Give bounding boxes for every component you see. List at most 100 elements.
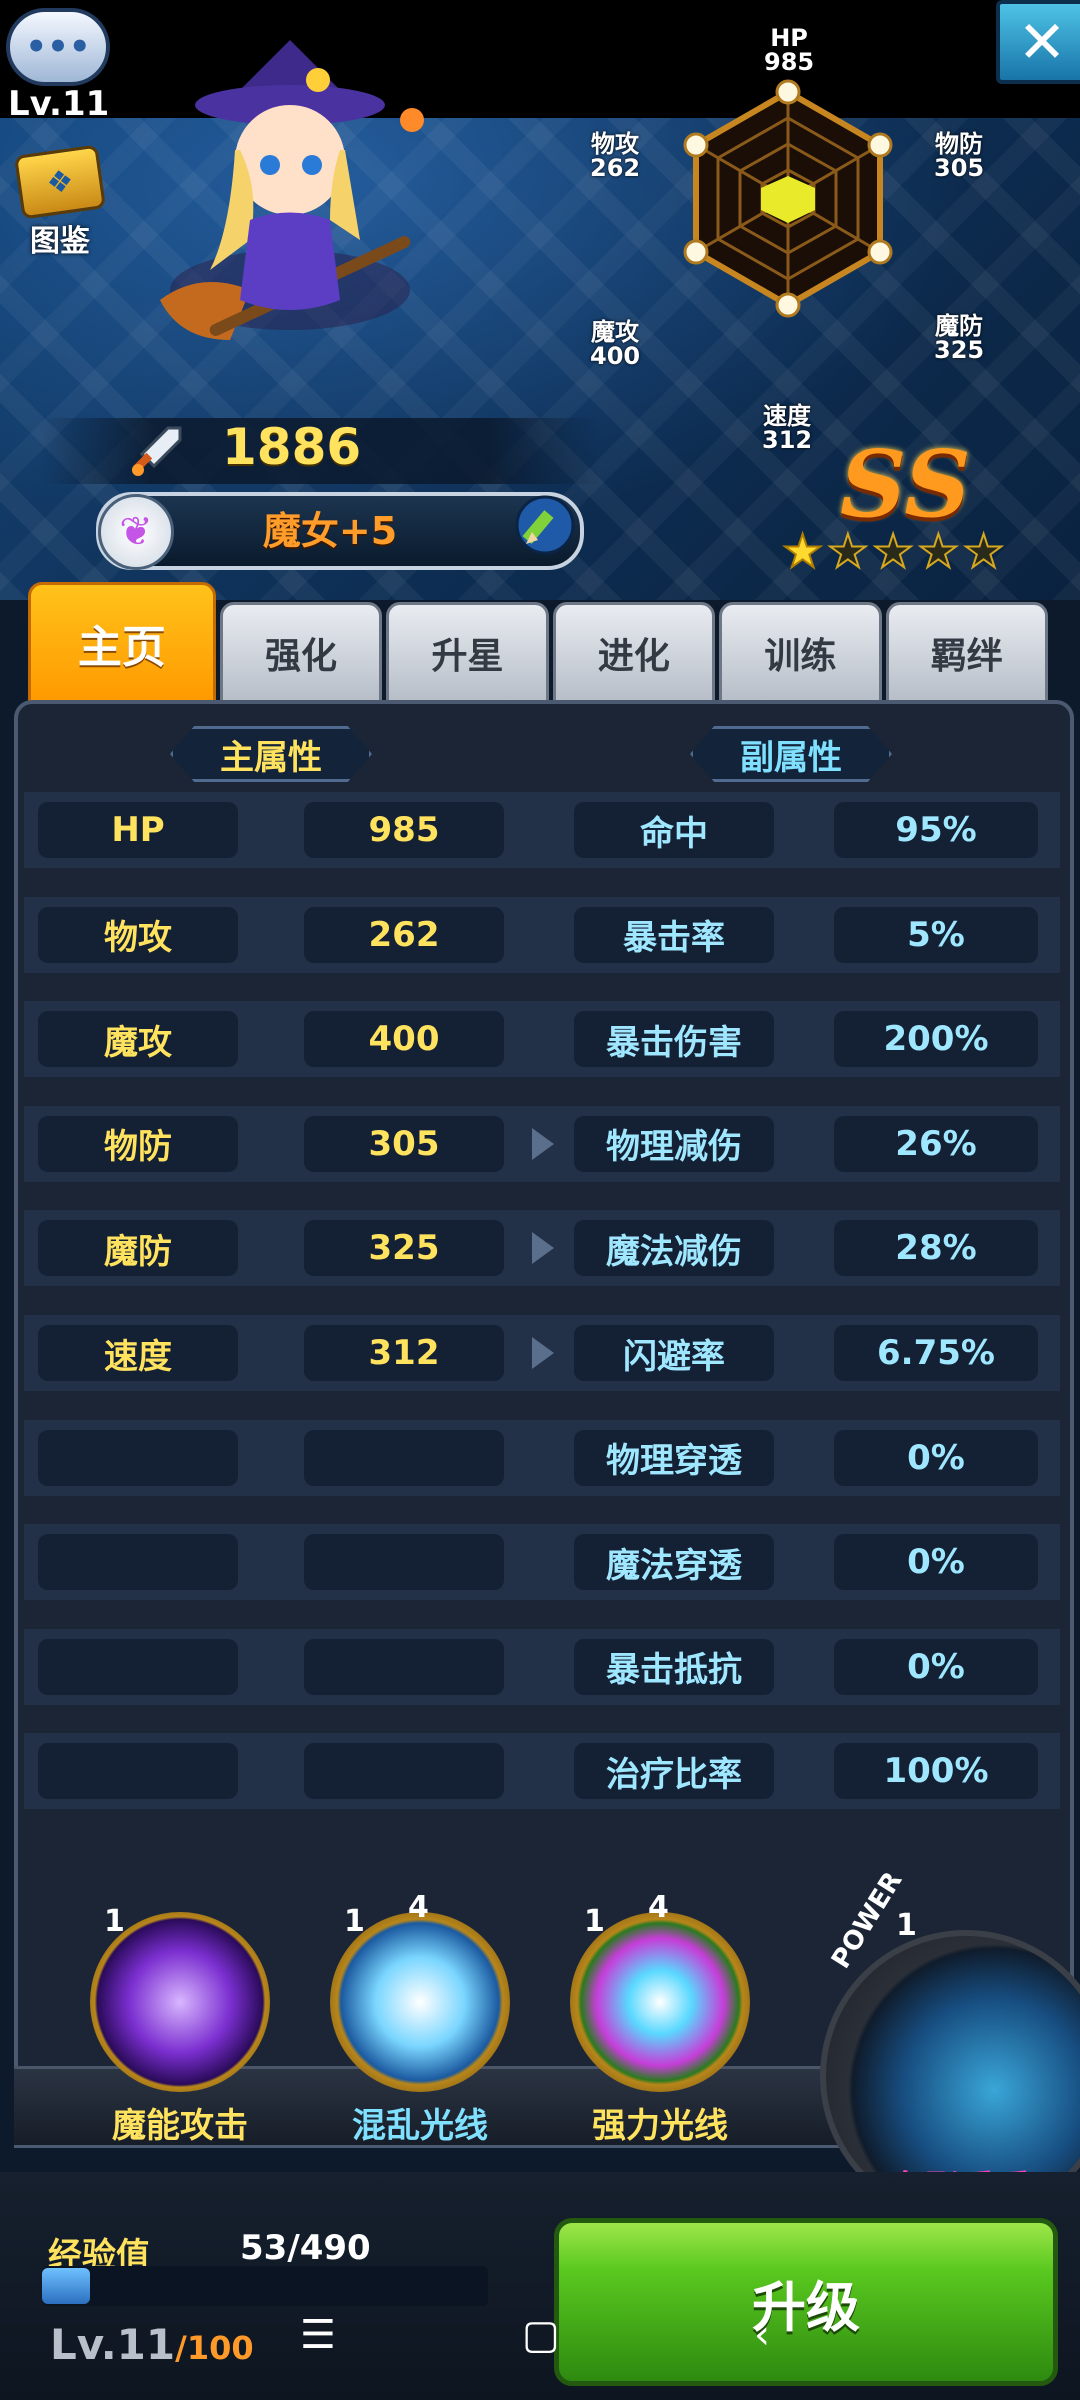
hero-level-max: /100 xyxy=(175,2329,254,2367)
radar-node-mattack xyxy=(683,239,709,265)
main-attributes-title: 主属性 xyxy=(170,726,372,782)
sub-stat-value: 200% xyxy=(834,1011,1038,1068)
home-icon[interactable]: ▢ xyxy=(522,2312,560,2358)
star-icon-empty: ★ xyxy=(826,523,869,579)
tab-home[interactable]: 主页 xyxy=(28,582,216,704)
radar-mattack-value: 400 xyxy=(590,342,641,370)
codex-button[interactable]: ❖ 图鉴 xyxy=(12,144,108,259)
stat-row: 魔防 325 魔法减伤 28% xyxy=(24,1210,1060,1287)
expand-arrow-icon[interactable] xyxy=(532,1337,554,1369)
main-stat-value: 400 xyxy=(304,1011,504,1068)
skill-name-text: 混乱光线 xyxy=(352,2106,488,2146)
radar-mdef: 魔防 325 xyxy=(934,314,984,362)
sub-stat-value: 5% xyxy=(834,906,1038,963)
combat-power: 1886 xyxy=(222,418,362,476)
skill-level-badge: 1 xyxy=(584,1904,605,1939)
tab-star-up[interactable]: 升星 xyxy=(386,602,549,704)
radar-pattack: 物攻 262 xyxy=(590,132,640,180)
stat-row: HP 985 命中 95% xyxy=(24,792,1060,868)
main-stat-name xyxy=(38,1743,238,1800)
star-rating: ★ ★ ★ ★ ★ xyxy=(781,523,1005,579)
radar-node-speed-real xyxy=(775,292,801,318)
skill-name-text: 强力光线 xyxy=(592,2106,728,2146)
main-stat-name xyxy=(38,1534,238,1591)
sub-stat-name: 暴击伤害 xyxy=(574,1011,774,1068)
radar-speed-label: 速度 xyxy=(763,402,812,430)
sub-stat-name: 闪避率 xyxy=(574,1325,774,1381)
stat-row: 治疗比率 100% xyxy=(24,1733,1060,1810)
sub-stat-name: 魔法减伤 xyxy=(574,1220,774,1277)
main-stat-value: 305 xyxy=(304,1115,504,1172)
main-stat-value xyxy=(304,1743,504,1800)
radar-node-pdef xyxy=(867,132,893,158)
main-stat-name xyxy=(38,1638,238,1695)
skill-icon-power-ray[interactable] xyxy=(570,1912,750,2092)
sub-stat-value: 26% xyxy=(834,1115,1038,1172)
butterfly-icon: ❦ xyxy=(98,494,174,570)
star-icon-empty: ★ xyxy=(917,523,960,579)
main-stat-name: 魔攻 xyxy=(38,1011,238,1068)
radar-pdef-value: 305 xyxy=(934,154,985,182)
radar-node-pattack xyxy=(683,132,709,158)
stat-row: 物理穿透 0% xyxy=(24,1419,1060,1496)
skill-icon-chaos-ray[interactable] xyxy=(330,1912,510,2092)
rename-pencil-icon[interactable] xyxy=(514,494,576,556)
main-stat-value: 325 xyxy=(304,1220,504,1277)
sub-stat-name: 暴击率 xyxy=(574,906,774,963)
radar-pdef-label: 物防 xyxy=(935,130,984,158)
stat-row: 速度 312 闪避率 6.75% xyxy=(24,1315,1060,1391)
skill-name-text: 魔能攻击 xyxy=(112,2106,248,2146)
exp-progress-fill xyxy=(42,2268,90,2304)
sub-stat-name: 物理穿透 xyxy=(574,1429,774,1486)
main-stat-value xyxy=(304,1429,504,1486)
sub-stat-name: 治疗比率 xyxy=(574,1743,774,1800)
main-stat-value: 312 xyxy=(304,1325,504,1381)
sub-stat-value: 0% xyxy=(834,1638,1038,1695)
radar-speed-value: 312 xyxy=(762,426,813,454)
sub-stat-value: 6.75% xyxy=(834,1325,1038,1381)
codex-label: 图鉴 xyxy=(30,224,90,259)
tab-train[interactable]: 训练 xyxy=(719,602,882,704)
skill-icon-magic-attack[interactable] xyxy=(90,1912,270,2092)
sub-stat-name: 暴击抵抗 xyxy=(574,1638,774,1695)
stats-radar-chart xyxy=(683,79,893,318)
upgrade-button[interactable]: 升级 xyxy=(554,2218,1058,2386)
stat-row: 物攻 262 暴击率 5% xyxy=(24,896,1060,973)
tab-bond[interactable]: 羁绊 xyxy=(885,602,1049,704)
sub-stat-name: 物理减伤 xyxy=(574,1115,774,1172)
main-stat-name xyxy=(38,1429,238,1486)
sub-stat-value: 0% xyxy=(834,1534,1038,1591)
main-stat-value xyxy=(304,1638,504,1695)
tab-enhance[interactable]: 强化 xyxy=(219,602,383,704)
radar-hp-label: HP xyxy=(770,24,808,52)
rank-grade: SS xyxy=(840,430,971,538)
radar-hp: HP 985 xyxy=(764,26,814,74)
sub-stat-value: 0% xyxy=(834,1429,1038,1486)
tab-evolve[interactable]: 进化 xyxy=(552,602,716,704)
hero-name: 魔女+5 xyxy=(262,509,398,553)
sub-attributes-title: 副属性 xyxy=(690,726,892,782)
star-icon-filled: ★ xyxy=(781,523,824,579)
main-stat-value: 262 xyxy=(304,906,504,963)
book-icon: ❖ xyxy=(13,144,107,220)
main-stat-value: 985 xyxy=(304,802,504,858)
hero-level-value: Lv.11 xyxy=(50,2320,176,2369)
chat-button[interactable]: ••• xyxy=(6,8,110,86)
sub-stat-value: 28% xyxy=(834,1220,1038,1277)
radar-speed: 速度 312 xyxy=(762,404,812,452)
player-level: Lv.11 xyxy=(8,84,110,124)
witch-character-art xyxy=(160,40,424,340)
sub-stat-name: 魔法穿透 xyxy=(574,1534,774,1591)
skill-level-badge: 1 xyxy=(344,1904,365,1939)
back-icon[interactable]: ‹ xyxy=(754,2312,770,2358)
radar-node-hp xyxy=(775,79,801,105)
main-stat-value xyxy=(304,1534,504,1591)
main-stat-name: 速度 xyxy=(38,1325,238,1381)
exp-value: 53/490 xyxy=(240,2228,371,2268)
expand-arrow-icon[interactable] xyxy=(532,1232,554,1265)
menu-icon[interactable]: ☰ xyxy=(300,2312,336,2358)
expand-arrow-icon[interactable] xyxy=(532,1127,554,1160)
radar-mattack: 魔攻 400 xyxy=(590,320,640,368)
star-icon-empty: ★ xyxy=(962,523,1005,579)
radar-node-mdef xyxy=(867,239,893,265)
